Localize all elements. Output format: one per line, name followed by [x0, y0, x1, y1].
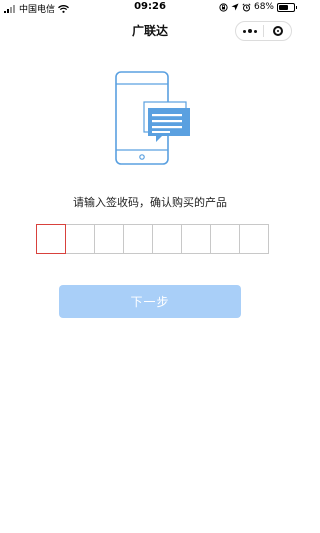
battery-percent: 68% [253, 2, 274, 12]
target-ring-icon [272, 26, 283, 36]
lock-rotation-icon [219, 2, 228, 12]
code-digit-box[interactable] [211, 224, 240, 254]
more-dots-icon[interactable] [236, 22, 263, 40]
mini-program-capsule [235, 21, 292, 41]
code-digit-box[interactable] [182, 224, 211, 254]
next-step-button[interactable]: 下一步 [59, 285, 241, 318]
battery-icon [277, 2, 297, 12]
phone-message-illustration [115, 71, 190, 165]
verification-code-input[interactable] [36, 224, 269, 254]
code-digit-box[interactable] [240, 224, 269, 254]
instruction-text: 请输入签收码，确认购买的产品 [73, 196, 227, 209]
code-digit-box[interactable] [95, 224, 124, 254]
close-target-icon[interactable] [264, 22, 291, 40]
battery-fill [279, 4, 288, 10]
status-bar: 中国电信 09:26 68% [0, 0, 300, 15]
code-digit-box[interactable] [153, 224, 182, 254]
code-digit-box[interactable] [124, 224, 153, 254]
status-right: 68% [219, 2, 297, 12]
alarm-icon [242, 2, 251, 11]
navigation-bar: 广联达 [0, 15, 300, 45]
code-digit-box[interactable] [36, 224, 66, 254]
location-arrow-icon [231, 3, 239, 11]
code-digit-box[interactable] [66, 224, 95, 254]
